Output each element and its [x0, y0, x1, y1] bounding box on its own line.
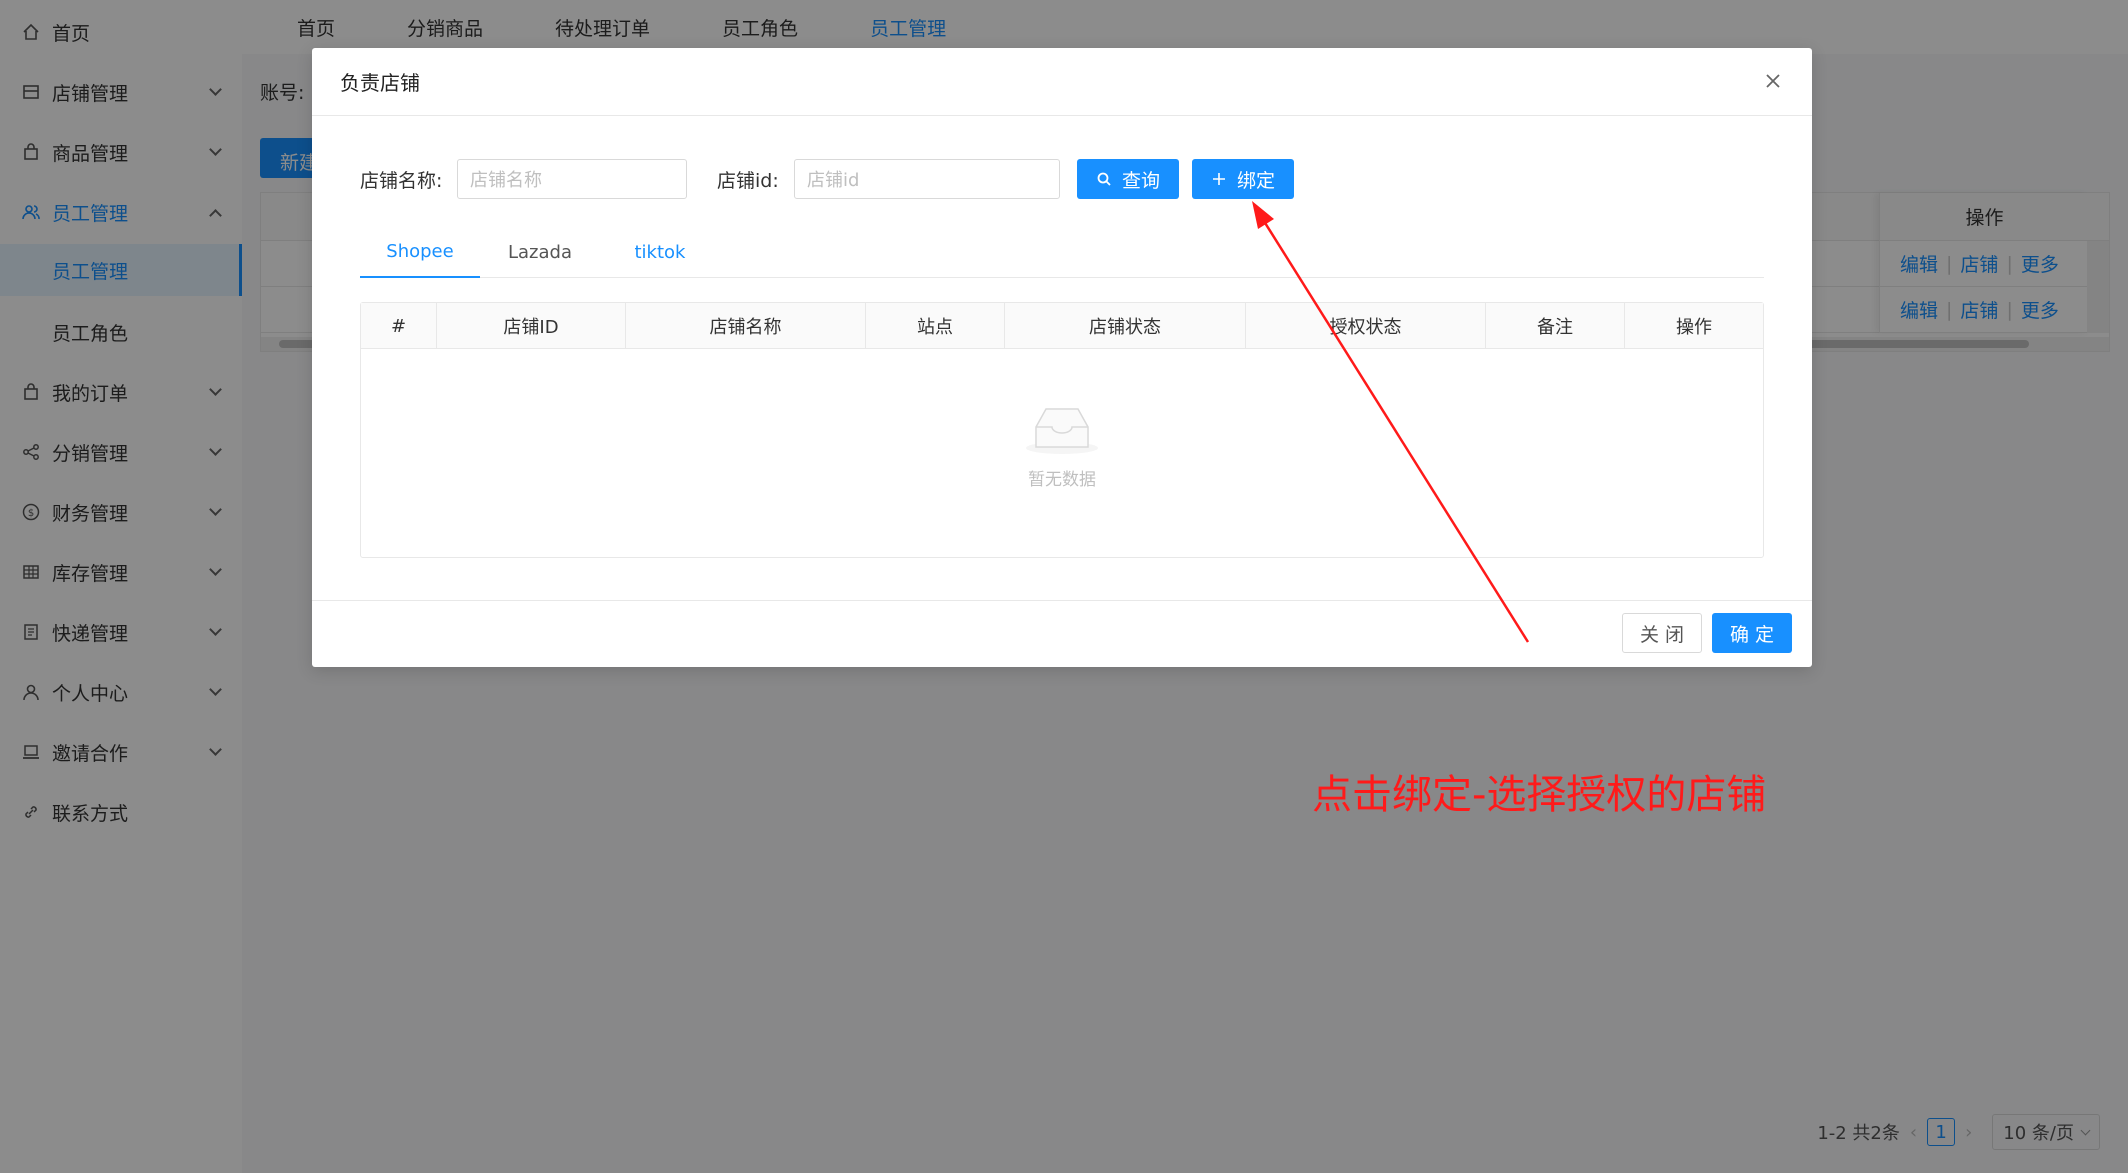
- shop-table: # 店铺ID 店铺名称 站点 店铺状态 授权状态 备注 操作 暂无数据: [360, 302, 1764, 558]
- column-header: #: [361, 303, 437, 349]
- close-icon[interactable]: [1762, 70, 1784, 92]
- empty-text: 暂无数据: [1028, 470, 1096, 490]
- modal-header: 负责店铺: [312, 48, 1812, 116]
- platform-tabs: Shopee Lazada tiktok: [360, 226, 1764, 278]
- column-header: 授权状态: [1246, 303, 1486, 349]
- shop-name-input[interactable]: 店铺名称: [457, 159, 687, 199]
- empty-state: 暂无数据: [361, 403, 1763, 490]
- annotation-text: 点击绑定-选择授权的店铺: [1312, 772, 1767, 818]
- column-header: 店铺状态: [1005, 303, 1246, 349]
- tab-tiktok[interactable]: tiktok: [600, 226, 720, 278]
- column-header: 店铺ID: [437, 303, 626, 349]
- search-icon: [1097, 172, 1111, 186]
- shop-name-label: 店铺名称:: [360, 170, 443, 192]
- bind-shop-modal: 负责店铺 店铺名称: 店铺名称 店铺id: 店铺id 查询 绑定 Shopee …: [312, 48, 1812, 667]
- column-header: 站点: [866, 303, 1005, 349]
- bind-button-label: 绑定: [1236, 169, 1275, 192]
- modal-title: 负责店铺: [340, 71, 420, 95]
- bind-button[interactable]: 绑定: [1192, 159, 1294, 199]
- ok-button[interactable]: 确 定: [1712, 613, 1792, 653]
- empty-inbox-icon: [1026, 408, 1098, 454]
- query-button-label: 查询: [1121, 169, 1160, 192]
- tab-lazada[interactable]: Lazada: [480, 226, 600, 278]
- query-button[interactable]: 查询: [1077, 159, 1179, 199]
- plus-icon: [1212, 173, 1225, 185]
- modal-footer: 关 闭 确 定: [312, 600, 1812, 667]
- shop-table-header: # 店铺ID 店铺名称 站点 店铺状态 授权状态 备注 操作: [361, 303, 1763, 349]
- shop-id-label: 店铺id:: [717, 170, 779, 192]
- column-header: 操作: [1676, 317, 1712, 338]
- tab-shopee[interactable]: Shopee: [360, 226, 480, 278]
- shop-id-input[interactable]: 店铺id: [794, 159, 1060, 199]
- close-button[interactable]: 关 闭: [1622, 613, 1702, 653]
- column-header: 备注: [1486, 303, 1625, 349]
- column-header: 店铺名称: [626, 303, 866, 349]
